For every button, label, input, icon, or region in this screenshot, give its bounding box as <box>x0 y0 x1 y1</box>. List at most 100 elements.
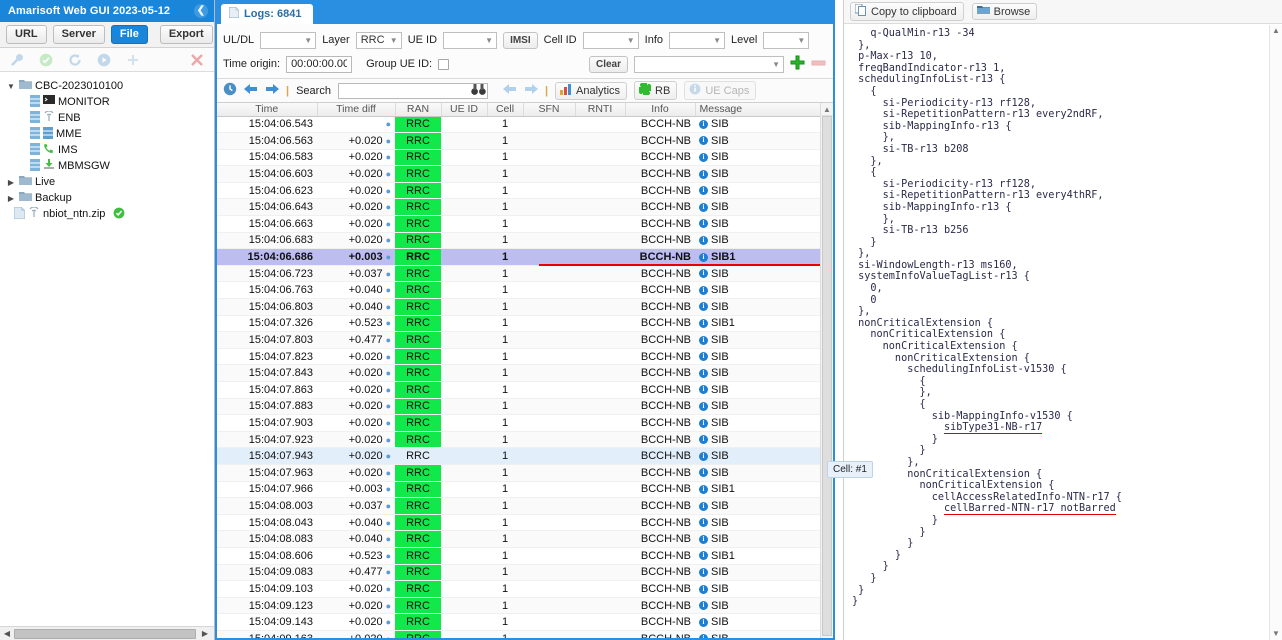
scrollbar-thumb[interactable] <box>822 116 832 636</box>
blue-right-arrow-icon[interactable] <box>265 83 279 98</box>
analytics-button[interactable]: Analytics <box>555 81 628 100</box>
check-circle-icon[interactable] <box>37 52 55 68</box>
table-row[interactable]: 15:04:09.163+0.020●RRC 1 BCCH-NBiSIB <box>217 630 821 638</box>
tree-node-nbiot-ntn-zip[interactable]: nbiot_ntn.zip <box>0 206 214 222</box>
col-info[interactable]: Info <box>625 103 696 117</box>
info-select[interactable]: ▼ <box>669 31 725 49</box>
binoculars-icon[interactable] <box>471 83 486 99</box>
table-row[interactable]: 15:04:06.763 +0.040 ● RRC 1 BCCH-NB i SIB <box>217 281 821 300</box>
find-next-arrow-icon[interactable] <box>524 83 538 98</box>
table-row[interactable]: 15:04:07.943 +0.020 ● RRC 1 BCCH-NB i SIB <box>217 447 821 465</box>
col-cell[interactable]: Cell <box>487 103 524 117</box>
tree-node-mme[interactable]: MME <box>0 126 214 142</box>
search-input[interactable] <box>337 82 488 99</box>
log-table-scrollbar[interactable]: ▲ <box>820 103 833 638</box>
blue-left-arrow-icon[interactable] <box>244 83 258 98</box>
table-row[interactable]: 15:04:09.103 +0.020 ● RRC 1 BCCH-NB i SIB <box>217 580 821 598</box>
table-row[interactable]: 15:04:07.326 +0.523 ● RRC 1 BCCH-NB i SIB1 <box>217 315 821 333</box>
red-minus-icon[interactable] <box>811 58 826 70</box>
table-row[interactable]: 15:04:06.623 +0.020 ● RRC 1 BCCH-NB i SIB <box>217 182 821 200</box>
clear-button[interactable]: Clear <box>588 55 628 73</box>
col-time-diff[interactable]: Time diff <box>317 103 396 117</box>
uldl-select[interactable]: ▼ <box>260 31 317 49</box>
tree-node-enb[interactable]: ENB <box>0 110 214 126</box>
col-time[interactable]: Time <box>217 103 318 117</box>
tree-node-ims[interactable]: IMS <box>0 142 214 158</box>
table-row[interactable]: 15:04:06.603 +0.020 ● RRC 1 BCCH-NB i SIB <box>217 165 821 183</box>
scrollbar-thumb[interactable] <box>14 629 196 639</box>
table-row[interactable]: 15:04:09.123 +0.020 ● RRC 1 BCCH-NB i SIB <box>217 597 821 615</box>
table-row[interactable]: 15:04:06.686 +0.003 ● RRC 1 BCCH-NB i SIB1 <box>217 248 821 266</box>
copy-to-clipboard-button[interactable]: Copy to clipboard <box>850 2 964 21</box>
table-row[interactable]: 15:04:06.803 +0.040 ● RRC 1 BCCH-NB i SIB <box>217 298 821 316</box>
table-row[interactable]: 15:04:07.863 +0.020 ● RRC 1 BCCH-NB i SIB <box>217 381 821 399</box>
tab-logs[interactable]: Logs: 6841 <box>221 4 314 24</box>
table-row[interactable]: 15:04:06.583 +0.020 ● RRC 1 BCCH-NB i SIB <box>217 149 821 167</box>
chevron-left-icon[interactable]: ❮ <box>194 4 208 18</box>
table-row[interactable]: 15:04:07.963 +0.020 ● RRC 1 BCCH-NB i SIB <box>217 464 821 482</box>
collapse-arrow-icon[interactable]: ▶ <box>6 178 16 187</box>
scroll-left-arrow-icon[interactable]: ◀ <box>0 629 14 638</box>
expand-arrow-icon[interactable]: ▼ <box>6 82 16 91</box>
find-prev-arrow-icon[interactable] <box>502 83 517 98</box>
table-row[interactable]: 15:04:09.083 +0.477 ● RRC 1 BCCH-NB i SIB <box>217 564 821 582</box>
level-select[interactable]: ▼ <box>763 31 810 49</box>
table-row[interactable]: 15:04:08.606 +0.523 ● RRC 1 BCCH-NB i SIB1 <box>217 547 821 565</box>
scroll-up-arrow-icon[interactable]: ▲ <box>821 103 833 116</box>
table-row[interactable]: 15:04:08.003 +0.037 ● RRC 1 BCCH-NB i SIB <box>217 497 821 515</box>
table-row[interactable]: 15:04:07.903 +0.020 ● RRC 1 BCCH-NB i SIB <box>217 414 821 432</box>
table-row[interactable]: 15:04:06.643 +0.020 ● RRC 1 BCCH-NB i SIB <box>217 198 821 217</box>
table-row[interactable]: 15:04:06.683 +0.020 ● RRC 1 BCCH-NB i SIB <box>217 232 821 250</box>
preset-select[interactable]: ▼ <box>634 55 784 73</box>
col-rnti[interactable]: RNTI <box>575 103 626 117</box>
table-row[interactable]: 15:04:07.823 +0.020 ● RRC 1 BCCH-NB i SIB <box>217 348 821 366</box>
red-x-icon[interactable] <box>188 52 206 68</box>
tree-node-monitor[interactable]: MONITOR <box>0 94 214 110</box>
tree-node-cbc[interactable]: ▼ CBC-2023010100 <box>0 78 214 94</box>
green-plus-icon[interactable] <box>790 55 805 73</box>
url-button[interactable]: URL <box>6 25 47 44</box>
play-icon[interactable] <box>95 52 113 68</box>
table-row[interactable]: 15:04:07.803 +0.477 ● RRC 1 BCCH-NB i SIB <box>217 331 821 349</box>
table-row[interactable]: 15:04:06.543 ● RRC 1 BCCH-NB i SIB <box>217 116 821 134</box>
table-row[interactable]: 15:04:07.883 +0.020 ● RRC 1 BCCH-NB i SIB <box>217 398 821 416</box>
ueid-select[interactable]: ▼ <box>443 31 498 49</box>
table-row[interactable]: 15:04:07.923 +0.020 ● RRC 1 BCCH-NB i SIB <box>217 431 821 449</box>
tree-node-live[interactable]: ▶ Live <box>0 174 214 190</box>
table-row[interactable]: 15:04:06.563 +0.020 ● RRC 1 BCCH-NB i SIB <box>217 132 821 150</box>
plus-icon[interactable] <box>124 52 142 68</box>
cellid-select[interactable]: ▼ <box>582 31 639 49</box>
table-row[interactable]: 15:04:06.723 +0.037 ● RRC 1 BCCH-NB i SIB <box>217 265 821 283</box>
table-row[interactable]: 15:04:08.083 +0.040 ● RRC 1 BCCH-NB i SIB <box>217 530 821 548</box>
col-ran[interactable]: RAN <box>395 103 442 117</box>
table-row[interactable]: 15:04:06.663 +0.020 ● RRC 1 BCCH-NB i SIB <box>217 215 821 233</box>
rb-button[interactable]: RB <box>634 81 678 100</box>
detail-scrollbar[interactable]: ▲ ▼ <box>1269 25 1282 640</box>
server-button[interactable]: Server <box>52 25 105 44</box>
imsi-button[interactable]: IMSI <box>503 31 538 49</box>
ue-caps-button[interactable]: UE Caps <box>684 81 757 100</box>
collapse-arrow-icon[interactable]: ▶ <box>6 194 16 203</box>
sidebar-horizontal-scrollbar[interactable]: ◀ ▶ <box>0 626 214 640</box>
clock-icon[interactable] <box>223 82 237 99</box>
time-origin-input[interactable] <box>286 55 353 73</box>
table-row[interactable]: 15:04:07.966 +0.003 ● RRC 1 BCCH-NB i SIB1 <box>217 481 821 499</box>
browse-button[interactable]: Browse <box>971 3 1038 20</box>
scroll-up-arrow-icon[interactable]: ▲ <box>1270 25 1282 37</box>
refresh-icon[interactable] <box>66 52 84 68</box>
export-button[interactable]: Export <box>159 25 213 44</box>
scroll-down-arrow-icon[interactable]: ▼ <box>1270 628 1282 640</box>
table-row[interactable]: 15:04:07.843 +0.020 ● RRC 1 BCCH-NB i SIB <box>217 364 821 382</box>
col-sfn[interactable]: SFN <box>523 103 576 117</box>
panel-splitter[interactable]: Cell: #1 <box>827 0 873 640</box>
file-button[interactable]: File <box>110 25 148 44</box>
table-row[interactable]: 15:04:08.043 +0.040 ● RRC 1 BCCH-NB i SIB <box>217 514 821 532</box>
tree-node-mbmsgw[interactable]: MBMSGW <box>0 158 214 174</box>
table-row[interactable]: 15:04:09.143 +0.020 ● RRC 1 BCCH-NB i SIB <box>217 613 821 631</box>
col-ue-id[interactable]: UE ID <box>441 103 488 117</box>
wrench-icon[interactable] <box>8 52 26 68</box>
col-message[interactable]: Message <box>695 103 822 117</box>
tree-node-backup[interactable]: ▶ Backup <box>0 190 214 206</box>
layer-select[interactable]: RRC ▼ <box>355 31 402 49</box>
scroll-right-arrow-icon[interactable]: ▶ <box>198 629 212 638</box>
